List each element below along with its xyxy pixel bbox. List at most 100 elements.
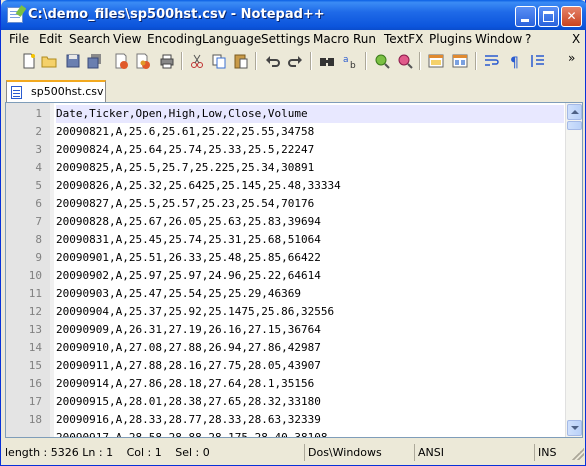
editor-line[interactable]: 18 20090916,A,28.33,28.77,28.33,28.63,323… <box>6 411 566 429</box>
line-text[interactable]: 20090828,A,25.67,26.05,25.63,25.83,39694 <box>56 213 564 231</box>
line-text[interactable]: 20090909,A,26.31,27.19,26.16,27.15,36764 <box>56 321 564 339</box>
minimize-button[interactable] <box>515 6 536 27</box>
editor-line[interactable]: 7 20090828,A,25.67,26.05,25.63,25.83,3969… <box>6 213 566 231</box>
menu-run[interactable]: Run <box>353 32 376 46</box>
close-window-button[interactable]: ✕ <box>561 6 582 27</box>
editor-line[interactable]: 15 20090911,A,27.88,28.16,27.75,28.05,439… <box>6 357 566 375</box>
open-file-icon[interactable] <box>40 52 58 70</box>
resize-grip-icon[interactable] <box>572 448 584 460</box>
scroll-up-arrow-icon[interactable] <box>567 104 582 120</box>
editor-line[interactable]: 8 20090831,A,25.45,25.74,25.31,25.68,5106… <box>6 231 566 249</box>
status-col-text: Col : 1 <box>126 446 162 459</box>
menu-edit[interactable]: Edit <box>39 32 62 46</box>
menu-settings[interactable]: Settings <box>261 32 310 46</box>
save-icon[interactable] <box>64 52 82 70</box>
editor-line[interactable]: 1 Date,Ticker,Open,High,Low,Close,Volume <box>6 105 566 123</box>
editor-line[interactable]: 13 20090909,A,26.31,27.19,26.16,27.15,367… <box>6 321 566 339</box>
menu-plugins[interactable]: Plugins <box>429 32 472 46</box>
close-all-icon[interactable] <box>134 52 152 70</box>
editor-line[interactable]: 2 20090821,A,25.6,25.61,25.22,25.55,34758 <box>6 123 566 141</box>
print-icon[interactable] <box>158 52 176 70</box>
close-document-x[interactable]: X <box>572 32 580 46</box>
line-text[interactable]: 20090915,A,28.01,28.38,27.65,28.32,33180 <box>56 393 564 411</box>
line-number: 11 <box>28 287 42 300</box>
toolbar-separator <box>181 52 183 70</box>
title-bar[interactable]: C:\demo_files\sp500hst.csv - Notepad++ ✕ <box>1 0 586 30</box>
menu-encoding[interactable]: Encoding <box>147 32 202 46</box>
line-number: 16 <box>28 377 42 390</box>
menu-language[interactable]: Language <box>202 32 261 46</box>
new-file-icon[interactable] <box>20 52 38 70</box>
line-text[interactable]: 20090914,A,27.86,28.18,27.64,28.1,35156 <box>56 375 564 393</box>
line-text[interactable]: 20090910,A,27.08,27.88,26.94,27.86,42987 <box>56 339 564 357</box>
close-file-icon[interactable] <box>112 52 130 70</box>
cut-icon[interactable] <box>188 52 206 70</box>
vertical-scrollbar[interactable] <box>565 103 582 437</box>
editor-line[interactable]: 20090917,A,28.58,28.88,28.175,28.40,3810… <box>6 429 566 437</box>
line-text[interactable]: 20090917,A,28.58,28.88,28.175,28.40,3810… <box>56 429 564 437</box>
menu-macro[interactable]: Macro <box>313 32 349 46</box>
tab-sp500hst[interactable]: sp500hst.csv <box>6 80 106 102</box>
status-length: length : 5326 Ln : 1 Col : 1 Sel : 0 <box>2 444 230 461</box>
save-all-icon[interactable] <box>86 52 104 70</box>
scrollbar-thumb[interactable] <box>567 121 582 130</box>
editor-line[interactable]: 4 20090825,A,25.5,25.7,25.225,25.34,30891 <box>6 159 566 177</box>
line-text[interactable]: 20090916,A,28.33,28.77,28.33,28.63,32339 <box>56 411 564 429</box>
line-text[interactable]: 20090827,A,25.5,25.57,25.23,25.54,70176 <box>56 195 564 213</box>
menu-textfx[interactable]: TextFX <box>384 32 423 46</box>
line-text[interactable]: 20090911,A,27.88,28.16,27.75,28.05,43907 <box>56 357 564 375</box>
text-editor[interactable]: 1 Date,Ticker,Open,High,Low,Close,Volume 2… <box>5 102 583 438</box>
sync-vertical-icon[interactable] <box>427 52 445 70</box>
menu-window[interactable]: Window <box>475 32 522 46</box>
word-wrap-icon[interactable] <box>483 52 501 70</box>
zoom-in-icon[interactable] <box>373 52 391 70</box>
editor-line[interactable]: 16 20090914,A,27.86,28.18,27.64,28.1,3515… <box>6 375 566 393</box>
line-number: 17 <box>28 395 42 408</box>
maximize-button[interactable] <box>538 6 559 27</box>
menu-help[interactable]: ? <box>525 32 531 46</box>
line-text[interactable]: 20090902,A,25.97,25.97,24.96,25.22,64614 <box>56 267 564 285</box>
document-tab-bar: sp500hst.csv <box>2 78 586 102</box>
editor-line[interactable]: 11 20090903,A,25.47,25.54,25,25.29,46369 <box>6 285 566 303</box>
line-text[interactable]: 20090824,A,25.64,25.74,25.33,25.5,22247 <box>56 141 564 159</box>
copy-icon[interactable] <box>210 52 228 70</box>
line-text[interactable]: 20090904,A,25.37,25.92,25.1475,25.86,325… <box>56 303 564 321</box>
sync-horizontal-icon[interactable] <box>451 52 469 70</box>
line-text[interactable]: 20090903,A,25.47,25.54,25,25.29,46369 <box>56 285 564 303</box>
editor-line[interactable]: 6 20090827,A,25.5,25.57,25.23,25.54,70176 <box>6 195 566 213</box>
editor-line[interactable]: 5 20090826,A,25.32,25.6425,25.145,25.48,3… <box>6 177 566 195</box>
editor-line[interactable]: 9 20090901,A,25.51,26.33,25.48,25.85,6642… <box>6 249 566 267</box>
zoom-out-icon[interactable] <box>396 52 414 70</box>
line-text[interactable]: Date,Ticker,Open,High,Low,Close,Volume <box>56 105 564 123</box>
notepadpp-app-icon[interactable] <box>7 7 23 23</box>
editor-line[interactable]: 12 20090904,A,25.37,25.92,25.1475,25.86,3… <box>6 303 566 321</box>
svg-text:a: a <box>343 55 349 65</box>
redo-icon[interactable] <box>286 52 304 70</box>
line-text[interactable]: 20090901,A,25.51,26.33,25.48,25.85,66422 <box>56 249 564 267</box>
editor-line[interactable]: 14 20090910,A,27.08,27.88,26.94,27.86,429… <box>6 339 566 357</box>
indent-guide-icon[interactable] <box>528 52 546 70</box>
menu-search[interactable]: Search <box>69 32 110 46</box>
replace-icon[interactable]: ab <box>342 52 360 70</box>
line-text[interactable]: 20090825,A,25.5,25.7,25.225,25.34,30891 <box>56 159 564 177</box>
find-icon[interactable] <box>318 52 336 70</box>
line-text[interactable]: 20090831,A,25.45,25.74,25.31,25.68,51064 <box>56 231 564 249</box>
line-text[interactable]: 20090826,A,25.32,25.6425,25.145,25.48,33… <box>56 177 564 195</box>
editor-line[interactable]: 17 20090915,A,28.01,28.38,27.65,28.32,331… <box>6 393 566 411</box>
editor-line[interactable]: 3 20090824,A,25.64,25.74,25.33,25.5,22247 <box>6 141 566 159</box>
toolbar-separator <box>255 52 257 70</box>
editor-line[interactable]: 10 20090902,A,25.97,25.97,24.96,25.22,646… <box>6 267 566 285</box>
line-text[interactable]: 20090821,A,25.6,25.61,25.22,25.55,34758 <box>56 123 564 141</box>
toolbar: ab ¶ » <box>2 49 586 74</box>
document-icon <box>11 86 22 99</box>
toolbar-overflow-chevron-icon[interactable]: » <box>568 51 575 65</box>
scroll-down-arrow-icon[interactable] <box>567 420 582 436</box>
paste-icon[interactable] <box>232 52 250 70</box>
toolbar-separator <box>310 52 312 70</box>
undo-icon[interactable] <box>264 52 282 70</box>
line-number: 9 <box>35 251 42 264</box>
menu-file[interactable]: File <box>9 32 29 46</box>
menu-view[interactable]: View <box>113 32 141 46</box>
show-all-chars-icon[interactable]: ¶ <box>506 52 524 70</box>
tab-label: sp500hst.csv <box>31 85 104 98</box>
